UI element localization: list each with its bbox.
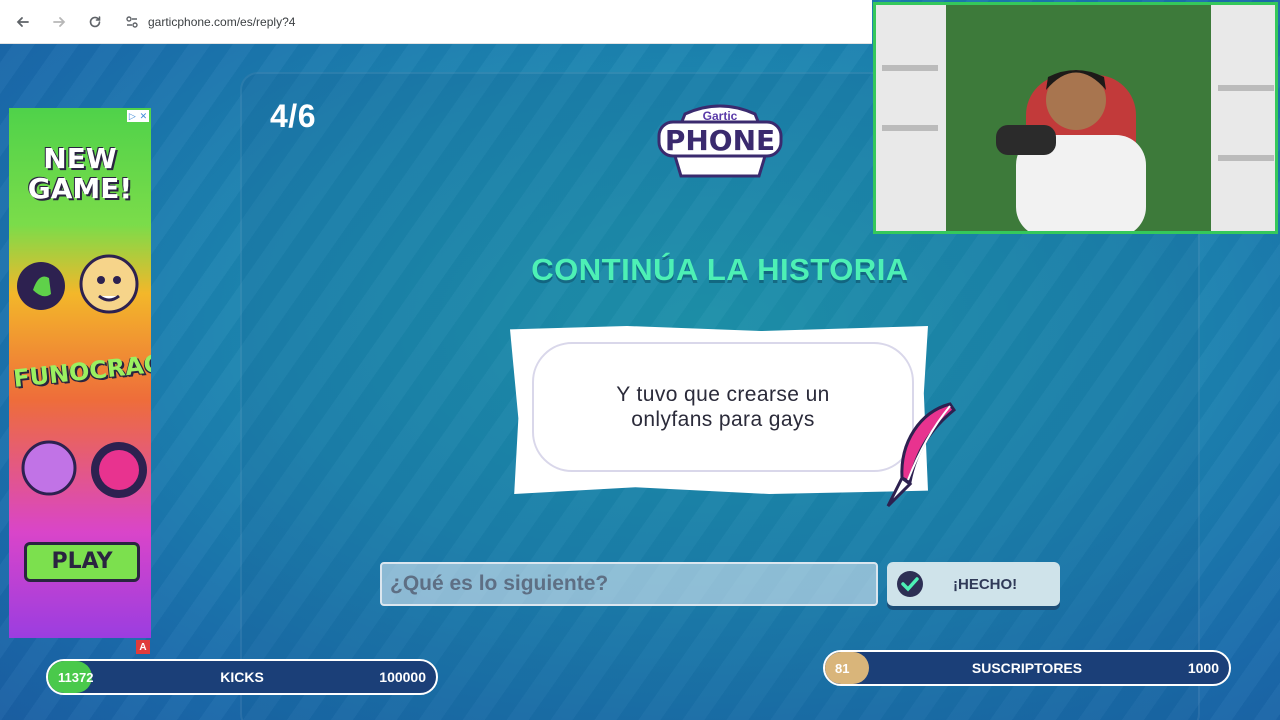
webcam-overlay <box>873 2 1278 234</box>
ad-badge-icon: A <box>136 640 150 654</box>
answer-input[interactable] <box>380 562 878 606</box>
webcam-feed-image <box>876 5 1275 231</box>
subscribers-label: SUSCRIPTORES <box>971 660 1083 676</box>
url-text: garticphone.com/es/reply?4 <box>148 14 296 29</box>
ad-headline-line1: NEW <box>43 142 117 175</box>
done-button-label: ¡HECHO! <box>953 575 1018 593</box>
advertisement-banner[interactable]: ▷ ✕ NEW GAME! FUNOCRACY PLAY <box>9 108 151 638</box>
gartic-phone-logo: Gartic PHONE <box>657 104 783 178</box>
browser-toolbar: garticphone.com/es/reply?4 <box>0 0 872 44</box>
kicks-goal-bar: 11372 KICKS 100000 <box>46 659 438 695</box>
done-button[interactable]: ¡HECHO! <box>887 562 1060 606</box>
back-arrow-icon[interactable] <box>12 11 34 33</box>
logo-text-top: Gartic <box>703 109 738 123</box>
kicks-label: KICKS <box>220 669 264 685</box>
subscribers-goal-bar: 81 SUSCRIPTORES 1000 <box>823 650 1231 686</box>
forward-arrow-icon[interactable] <box>48 11 70 33</box>
quill-pen-icon <box>886 402 957 508</box>
subscribers-target: 1000 <box>1187 660 1219 676</box>
site-settings-icon[interactable] <box>124 14 140 30</box>
page-title: CONTINÚA LA HISTORIA <box>531 252 909 287</box>
story-text: Y tuvo que crearse un onlyfans para gays <box>532 342 914 472</box>
kicks-target: 100000 <box>379 669 426 685</box>
reload-icon[interactable] <box>84 11 106 33</box>
step-counter: 4/6 <box>270 98 316 134</box>
ad-choices-icon[interactable]: ▷ ✕ <box>127 110 149 122</box>
ad-headline-line2: GAME! <box>27 172 133 205</box>
check-icon <box>897 571 923 597</box>
logo-text-main: PHONE <box>665 124 775 157</box>
ad-play-button[interactable]: PLAY <box>24 542 140 582</box>
ad-headline: NEW GAME! <box>9 144 151 204</box>
address-bar[interactable]: garticphone.com/es/reply?4 <box>124 14 295 30</box>
